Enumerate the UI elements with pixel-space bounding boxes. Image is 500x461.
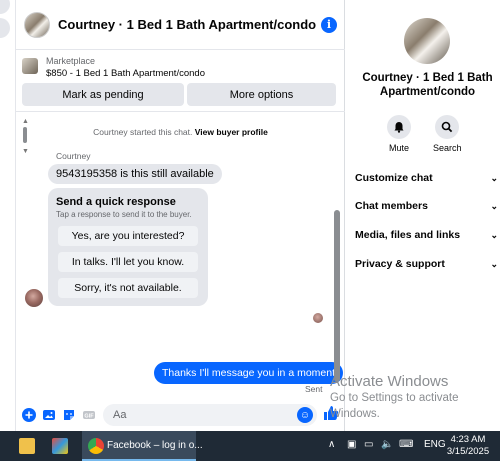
- sender-name: Courtney: [56, 151, 91, 161]
- listing-thumbnail[interactable]: [22, 58, 38, 74]
- message-composer: GIF Aa ☺: [16, 400, 345, 430]
- sender-avatar[interactable]: [25, 289, 43, 307]
- mark-as-pending-button[interactable]: Mark as pending: [22, 83, 184, 106]
- chat-header: Courtney · 1 Bed 1 Bath Apartment/condo …: [16, 0, 345, 50]
- sent-status: Sent: [305, 384, 323, 394]
- chevron-down-icon: ⌄: [490, 200, 498, 211]
- section-label: Privacy & support: [355, 258, 445, 270]
- outgoing-message-bubble[interactable]: Thanks I'll message you in a moment: [154, 362, 343, 384]
- plus-icon[interactable]: [22, 408, 36, 422]
- device-icon[interactable]: ▣: [347, 439, 356, 450]
- view-buyer-profile-link[interactable]: View buyer profile: [195, 127, 268, 137]
- message-input[interactable]: Aa ☺: [103, 404, 317, 426]
- message-list: Courtney started this chat. View buyer p…: [16, 113, 345, 396]
- language-indicator[interactable]: ENG: [424, 439, 446, 450]
- conversation-avatar[interactable]: [404, 18, 450, 64]
- partial-avatar[interactable]: [0, 18, 10, 38]
- marketplace-label: Marketplace: [46, 56, 96, 66]
- chat-title[interactable]: Courtney · 1 Bed 1 Bath Apartment/condo: [58, 17, 321, 32]
- taskbar-app-title: Facebook – log in o...: [107, 440, 203, 451]
- listing-price-title[interactable]: $850 - 1 Bed 1 Bath Apartment/condo: [46, 68, 205, 79]
- quick-response-option[interactable]: Sorry, it's not available.: [58, 278, 198, 298]
- section-media-files-links[interactable]: Media, files and links ⌄: [355, 225, 498, 245]
- message-input-placeholder: Aa: [113, 409, 127, 421]
- mute-button[interactable]: Mute: [385, 115, 413, 153]
- more-options-button[interactable]: More options: [187, 83, 336, 106]
- section-label: Customize chat: [355, 172, 433, 184]
- search-label: Search: [433, 143, 462, 153]
- partial-avatar[interactable]: [0, 0, 10, 14]
- left-scrollbar-thumb[interactable]: [23, 127, 27, 143]
- mute-label: Mute: [388, 143, 409, 153]
- gif-icon[interactable]: GIF: [82, 408, 96, 422]
- seen-indicator-avatar: [313, 313, 323, 323]
- quick-response-option[interactable]: Yes, are you interested?: [58, 226, 198, 246]
- chevron-down-icon: ⌄: [490, 258, 498, 269]
- system-message-text: Courtney started this chat.: [93, 127, 193, 137]
- search-icon: [435, 115, 459, 139]
- show-hidden-icons-chevron-icon[interactable]: ∧: [328, 439, 335, 450]
- marketplace-listing: Marketplace $850 - 1 Bed 1 Bath Apartmen…: [16, 50, 345, 112]
- chevron-down-icon: ⌄: [490, 172, 498, 183]
- quick-response-card: Send a quick response Tap a response to …: [48, 188, 208, 306]
- search-button[interactable]: Search: [433, 115, 462, 153]
- volume-icon[interactable]: 🔈: [381, 439, 393, 450]
- quick-response-title: Send a quick response: [56, 196, 176, 208]
- windows-taskbar: Facebook – log in o... ∧ ▣ ▭ 🔈 ⌨ ENG 4:2…: [0, 431, 500, 461]
- clock-date: 3/15/2025: [446, 446, 490, 457]
- info-icon[interactable]: i: [321, 16, 337, 33]
- chrome-icon: [88, 438, 104, 454]
- section-chat-members[interactable]: Chat members ⌄: [355, 196, 498, 216]
- emoji-icon[interactable]: ☺: [297, 407, 313, 423]
- section-label: Chat members: [355, 200, 428, 212]
- network-icon[interactable]: ▭: [364, 439, 373, 450]
- thumbs-up-icon[interactable]: [323, 405, 339, 425]
- section-customize-chat[interactable]: Customize chat ⌄: [355, 168, 498, 188]
- bell-icon: [387, 115, 411, 139]
- system-clock[interactable]: 4:23 AM 3/15/2025: [444, 434, 492, 458]
- quick-response-option[interactable]: In talks. I'll let you know.: [58, 252, 198, 272]
- info-panel-title: Courtney · 1 Bed 1 Bath Apartment/condo: [362, 72, 493, 98]
- sticker-icon[interactable]: [62, 408, 76, 422]
- messenger-window: Courtney · 1 Bed 1 Bath Apartment/condo …: [0, 0, 500, 431]
- section-label: Media, files and links: [355, 229, 461, 241]
- paint-icon[interactable]: [52, 438, 68, 454]
- section-privacy-support[interactable]: Privacy & support ⌄: [355, 254, 498, 274]
- clock-time: 4:23 AM: [450, 434, 486, 445]
- keyboard-icon[interactable]: ⌨: [399, 439, 413, 450]
- file-explorer-icon[interactable]: [19, 438, 35, 454]
- chevron-down-icon: ⌄: [490, 229, 498, 240]
- left-edge-panel: [0, 0, 16, 431]
- quick-response-subtitle: Tap a response to send it to the buyer.: [56, 210, 192, 219]
- scroll-up-arrow-icon[interactable]: ▲: [22, 118, 29, 125]
- incoming-message-bubble[interactable]: 9543195358 is this still available: [48, 164, 222, 184]
- listing-avatar[interactable]: [24, 11, 50, 38]
- scroll-down-arrow-icon[interactable]: ▼: [22, 148, 29, 155]
- chat-pane: Courtney · 1 Bed 1 Bath Apartment/condo …: [16, 0, 345, 431]
- message-scrollbar-thumb[interactable]: [334, 210, 340, 382]
- svg-text:GIF: GIF: [84, 413, 94, 419]
- photo-icon[interactable]: [42, 408, 56, 422]
- chat-info-panel: Courtney · 1 Bed 1 Bath Apartment/condo …: [345, 0, 500, 431]
- system-message: Courtney started this chat. View buyer p…: [16, 127, 345, 137]
